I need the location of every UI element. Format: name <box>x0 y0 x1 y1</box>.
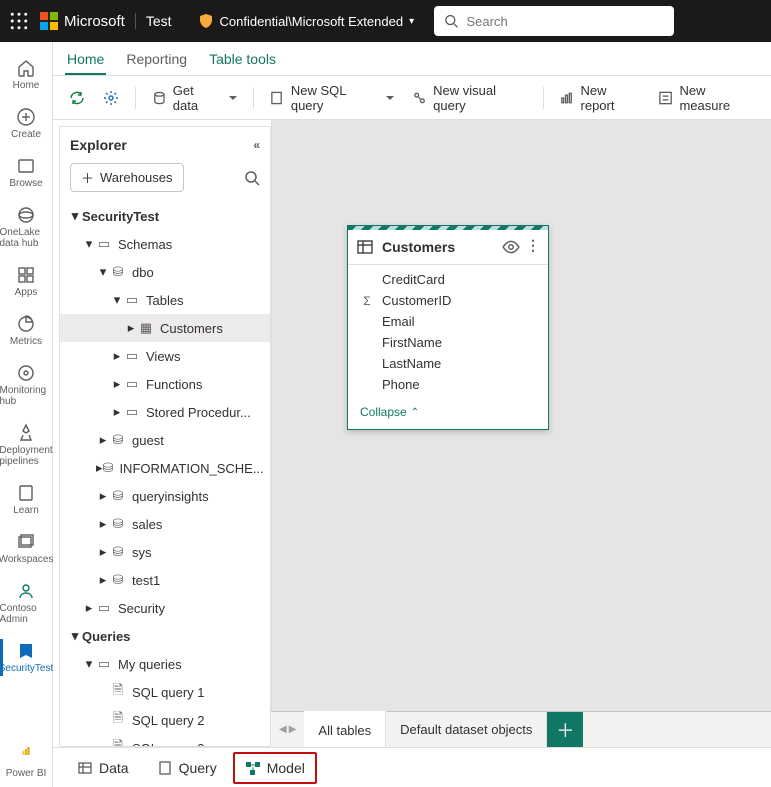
sensitivity-label[interactable]: Confidential\Microsoft Extended ▾ <box>198 13 415 29</box>
new-visual-query-button[interactable]: New visual query <box>406 79 532 117</box>
chevron-up-icon: ⌃ <box>411 407 419 418</box>
tree-functions[interactable]: ▸▭Functions <box>60 370 270 398</box>
new-report-button[interactable]: New report <box>553 79 646 117</box>
tree-schemas[interactable]: ▾▭Schemas <box>60 230 270 258</box>
field-row[interactable]: Phone <box>348 374 548 395</box>
field-row[interactable]: FirstName <box>348 332 548 353</box>
nav-monitoring[interactable]: Monitoring hub <box>0 355 53 415</box>
settings-button[interactable] <box>97 86 125 110</box>
tree-schema-item[interactable]: ▸⛁sales <box>60 510 270 538</box>
table-card-title: Customers <box>382 239 455 255</box>
tree-schema-dbo[interactable]: ▾⛁dbo <box>60 258 270 286</box>
nav-workspaces[interactable]: Workspaces <box>0 524 53 573</box>
nav-learn[interactable]: Learn <box>0 475 53 524</box>
tree-views[interactable]: ▸▭Views <box>60 342 270 370</box>
new-measure-button[interactable]: New measure <box>652 79 761 117</box>
ribbon-tabs: Home Reporting Table tools <box>53 42 771 76</box>
get-data-button[interactable]: Get data <box>146 79 243 117</box>
explorer-panel: Explorer « ＋Warehouses ▾SecurityTest ▾▭S… <box>59 126 271 747</box>
table-icon <box>356 238 374 256</box>
nav-home[interactable]: Home <box>0 50 53 99</box>
tree-schema-item[interactable]: ▸⛁guest <box>60 426 270 454</box>
left-nav: Home Create Browse OneLake data hub Apps… <box>0 42 53 787</box>
nav-powerbi[interactable]: Power BI <box>0 738 53 787</box>
more-icon[interactable]: ⋮ <box>526 238 540 256</box>
tree-table-customers[interactable]: ▸▦Customers <box>60 314 270 342</box>
tree-my-queries[interactable]: ▾▭My queries <box>60 650 270 678</box>
tree-tables[interactable]: ▾▭Tables <box>60 286 270 314</box>
collapse-panel-icon[interactable]: « <box>253 138 260 152</box>
global-search[interactable] <box>434 6 674 36</box>
tab-reporting[interactable]: Reporting <box>124 45 189 75</box>
tab-tabletools[interactable]: Table tools <box>207 45 278 75</box>
table-card-customers[interactable]: Customers ⋮ CreditCard ΣCustomerID Email… <box>347 225 549 430</box>
tree-schema-item[interactable]: ▸⛁queryinsights <box>60 482 270 510</box>
nav-apps[interactable]: Apps <box>0 257 53 306</box>
tree-query-item[interactable]: 🗎SQL query 2 <box>60 706 270 734</box>
tree-root[interactable]: ▾SecurityTest <box>60 202 270 230</box>
tab-home[interactable]: Home <box>65 45 106 75</box>
nav-browse[interactable]: Browse <box>0 148 53 197</box>
nav-onelake[interactable]: OneLake data hub <box>0 197 53 257</box>
nav-metrics[interactable]: Metrics <box>0 306 53 355</box>
chevron-down-icon: ▾ <box>409 16 414 27</box>
search-icon <box>444 13 458 29</box>
tab-nav-next-icon[interactable]: ▶ <box>289 724 297 735</box>
view-tabs: Data Query Model <box>53 747 771 787</box>
nav-create[interactable]: Create <box>0 99 53 148</box>
tree-schema-item[interactable]: ▸⛁INFORMATION_SCHE... <box>60 454 270 482</box>
tree-query-item[interactable]: 🗎SQL query 1 <box>60 678 270 706</box>
field-row[interactable]: CreditCard <box>348 269 548 290</box>
view-tab-model[interactable]: Model <box>233 752 317 784</box>
nav-deployment[interactable]: Deployment pipelines <box>0 415 53 475</box>
search-input[interactable] <box>466 14 664 29</box>
tree-schema-item[interactable]: ▸⛁sys <box>60 538 270 566</box>
tab-nav-prev-icon[interactable]: ◀ <box>279 724 287 735</box>
tree-queries[interactable]: ▾Queries <box>60 622 270 650</box>
footer-tab-default-dataset[interactable]: Default dataset objects <box>386 712 547 747</box>
field-row[interactable]: ΣCustomerID <box>348 290 548 311</box>
product-label: Test <box>135 13 172 29</box>
shield-icon <box>198 13 214 29</box>
add-tab-button[interactable]: ＋ <box>547 712 583 747</box>
tree-query-item[interactable]: 🗎SQL query 3 <box>60 734 270 746</box>
microsoft-logo: Microsoft <box>40 12 125 30</box>
explorer-search-icon[interactable] <box>244 170 260 186</box>
nav-securitytest[interactable]: SecurityTest <box>0 633 53 682</box>
tree-security[interactable]: ▸▭Security <box>60 594 270 622</box>
footer-tab-all-tables[interactable]: All tables <box>304 711 386 747</box>
canvas-footer-tabs: ◀▶ All tables Default dataset objects ＋ <box>271 711 771 747</box>
model-canvas[interactable]: Customers ⋮ CreditCard ΣCustomerID Email… <box>271 120 771 711</box>
explorer-title: Explorer <box>70 137 127 153</box>
explorer-tree: ▾SecurityTest ▾▭Schemas ▾⛁dbo ▾▭Tables ▸… <box>60 202 270 746</box>
tree-schema-item[interactable]: ▸⛁test1 <box>60 566 270 594</box>
table-card-fields: CreditCard ΣCustomerID Email FirstName L… <box>348 265 548 399</box>
field-row[interactable]: LastName <box>348 353 548 374</box>
brand-text: Microsoft <box>64 13 125 30</box>
global-header: Microsoft Test Confidential\Microsoft Ex… <box>0 0 771 42</box>
nav-contoso-admin[interactable]: Contoso Admin <box>0 573 53 633</box>
app-launcher-icon[interactable] <box>10 12 28 30</box>
tree-sprocs[interactable]: ▸▭Stored Procedur... <box>60 398 270 426</box>
new-sql-query-button[interactable]: New SQL query <box>264 79 400 117</box>
toolbar: Get data New SQL query New visual query … <box>53 76 771 120</box>
refresh-button[interactable] <box>63 86 91 110</box>
view-tab-data[interactable]: Data <box>65 752 141 784</box>
field-row[interactable]: Email <box>348 311 548 332</box>
collapse-button[interactable]: Collapse⌃ <box>348 399 548 429</box>
warehouses-button[interactable]: ＋Warehouses <box>70 163 184 192</box>
powerbi-icon <box>16 746 36 766</box>
view-tab-query[interactable]: Query <box>145 752 229 784</box>
visibility-icon[interactable] <box>502 238 520 256</box>
